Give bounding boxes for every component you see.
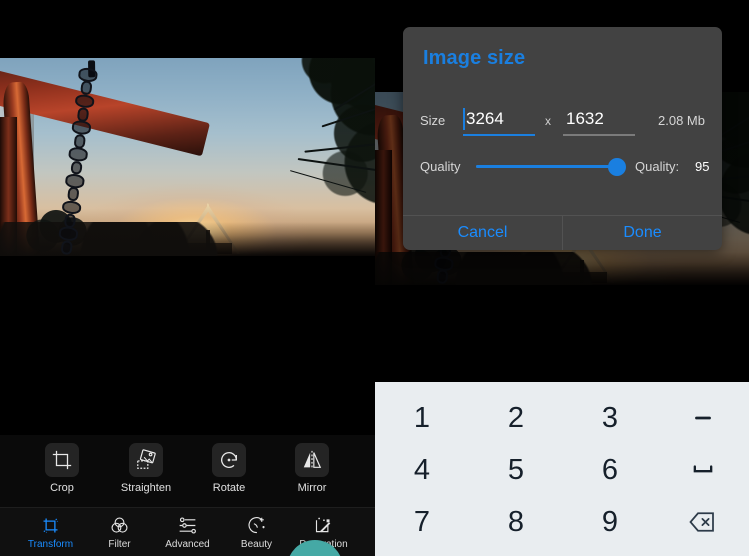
chain-link bbox=[57, 226, 79, 242]
image-size-dialog: Image size Size 3264 x 1632 2.08 Mb Qual… bbox=[403, 27, 722, 250]
sliders-icon bbox=[177, 514, 198, 536]
key-3[interactable]: 3 bbox=[563, 392, 657, 444]
crop-icon bbox=[45, 443, 79, 477]
image-width-input[interactable]: 3264 bbox=[463, 106, 535, 136]
chain-link bbox=[67, 146, 88, 163]
tree-branch bbox=[334, 71, 375, 111]
quality-caption: Quality: bbox=[635, 159, 680, 174]
rotate-icon bbox=[212, 443, 246, 477]
nav-label: Beauty bbox=[240, 539, 273, 550]
tool-crop[interactable]: Crop bbox=[25, 443, 99, 494]
key-9[interactable]: 9 bbox=[563, 496, 657, 548]
tool-label: Mirror bbox=[297, 482, 327, 494]
text-caret bbox=[463, 108, 465, 130]
image-height-input[interactable]: 1632 bbox=[563, 106, 635, 136]
nav-item-advanced[interactable]: Advanced bbox=[150, 514, 225, 550]
quality-label: Quality bbox=[420, 159, 461, 174]
key-backspace[interactable] bbox=[657, 496, 749, 548]
chain-link bbox=[70, 119, 92, 136]
key-2[interactable]: 2 bbox=[469, 392, 563, 444]
dimension-separator: x bbox=[545, 114, 551, 128]
tool-straighten[interactable]: Straighten bbox=[109, 443, 183, 494]
nav-item-filter[interactable]: Filter bbox=[82, 514, 157, 550]
key-5[interactable]: 5 bbox=[469, 444, 563, 496]
photo-canvas[interactable] bbox=[0, 58, 375, 256]
key-8[interactable]: 8 bbox=[469, 496, 563, 548]
key-6[interactable]: 6 bbox=[563, 444, 657, 496]
key-minus[interactable] bbox=[657, 392, 749, 444]
chain-link bbox=[79, 80, 93, 96]
tool-mirror[interactable]: Mirror bbox=[275, 443, 349, 494]
tool-rotate[interactable]: Rotate bbox=[192, 443, 266, 494]
quality-value: 95 bbox=[695, 159, 710, 174]
chain-link bbox=[73, 93, 95, 110]
tree-branch bbox=[289, 170, 367, 194]
tool-label: Straighten bbox=[120, 482, 172, 494]
tree-branch bbox=[321, 100, 375, 128]
key-7[interactable]: 7 bbox=[375, 496, 469, 548]
transform-icon bbox=[40, 514, 61, 536]
quality-slider[interactable] bbox=[476, 158, 626, 176]
size-label: Size bbox=[420, 113, 446, 128]
beauty-wand-icon bbox=[246, 514, 267, 536]
slider-thumb[interactable] bbox=[607, 158, 626, 176]
tool-label: Crop bbox=[50, 482, 74, 494]
chain-link bbox=[69, 160, 83, 176]
key-4[interactable]: 4 bbox=[375, 444, 469, 496]
image-width-value: 3264 bbox=[466, 109, 504, 128]
filter-icon bbox=[109, 514, 130, 536]
chain-link bbox=[60, 239, 73, 255]
nav-label: Transform bbox=[27, 539, 74, 550]
quality-row: Quality Quality: 95 bbox=[403, 153, 722, 183]
key-1[interactable]: 1 bbox=[375, 392, 469, 444]
decoration-icon bbox=[313, 514, 334, 536]
mirror-icon bbox=[295, 443, 329, 477]
transform-tool-strip: Crop Straighten Rotate Mirror bbox=[0, 435, 375, 507]
image-height-value: 1632 bbox=[566, 109, 604, 128]
chain-link bbox=[66, 186, 79, 202]
numeric-keyboard: 1 2 3 4 5 6 7 8 9 bbox=[375, 382, 749, 556]
key-space[interactable] bbox=[657, 444, 749, 496]
nav-label: Advanced bbox=[165, 539, 210, 550]
tree-canopy-right bbox=[217, 58, 375, 229]
slider-fill bbox=[476, 165, 617, 168]
estimated-file-size: 2.08 Mb bbox=[658, 113, 705, 128]
straighten-icon bbox=[129, 443, 163, 477]
cancel-button[interactable]: Cancel bbox=[403, 216, 562, 250]
app-screen: Image size Size 3264 x 1632 2.08 Mb Qual… bbox=[0, 0, 749, 556]
tree-branch bbox=[304, 140, 375, 153]
tree-branch bbox=[297, 157, 375, 172]
tool-label: Rotate bbox=[212, 482, 246, 494]
nav-item-beauty[interactable]: Beauty bbox=[219, 514, 294, 550]
nav-label: Filter bbox=[108, 539, 131, 550]
nav-item-transform[interactable]: Transform bbox=[13, 514, 88, 550]
dialog-title: Image size bbox=[423, 47, 526, 69]
done-button[interactable]: Done bbox=[563, 216, 722, 250]
size-row: Size 3264 x 1632 2.08 Mb bbox=[403, 105, 722, 139]
